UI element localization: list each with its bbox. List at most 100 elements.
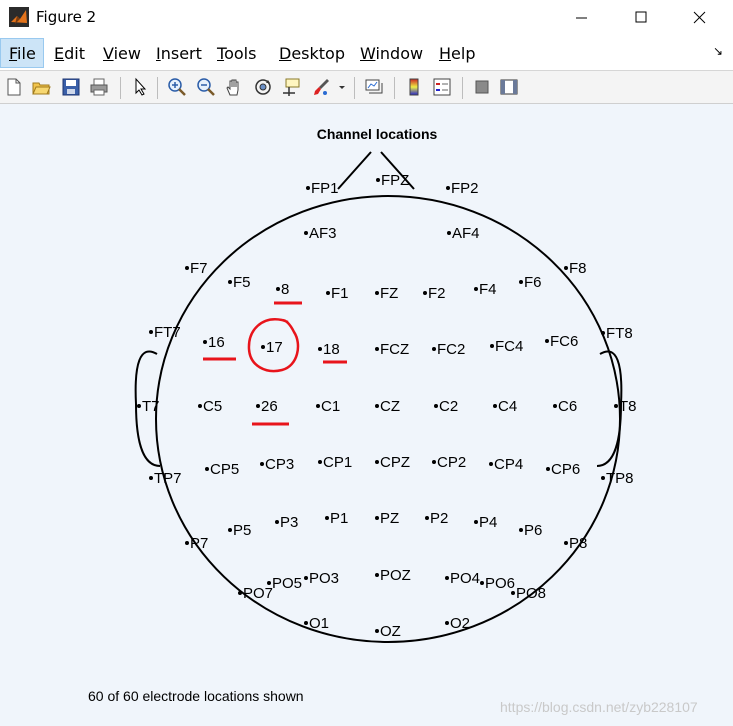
menu-file[interactable]: File [9, 44, 36, 63]
electrode-dot [564, 541, 568, 545]
electrode-label: 16 [208, 334, 225, 351]
menu-insert[interactable]: Insert [156, 44, 202, 63]
legend-icon[interactable] [432, 77, 452, 97]
electrode-dot [614, 404, 618, 408]
electrode-label: FC4 [495, 338, 523, 355]
electrode-dot [304, 231, 308, 235]
electrode-dot [445, 576, 449, 580]
colorbar-icon[interactable] [404, 77, 424, 97]
electrode-label: CP5 [210, 461, 239, 478]
electrode-dot [447, 231, 451, 235]
electrode-dot [519, 528, 523, 532]
electrode-label: PZ [380, 510, 399, 527]
toolbar-separator [354, 77, 355, 99]
electrode-dot [318, 460, 322, 464]
electrode-label: FCZ [380, 341, 409, 358]
electrode-dot [275, 520, 279, 524]
menu-edit[interactable]: Edit [54, 44, 85, 63]
electrode-dot [185, 541, 189, 545]
electrode-label: CP6 [551, 461, 580, 478]
electrode-label: F4 [479, 281, 497, 298]
electrode-dot [205, 467, 209, 471]
electrode-dot [238, 591, 242, 595]
electrode-dot [375, 629, 379, 633]
electrode-label: AF3 [309, 225, 337, 242]
electrode-dot [432, 460, 436, 464]
toolbar-separator [120, 77, 121, 99]
select-arrow-icon[interactable] [130, 77, 150, 97]
electrode-dot [306, 186, 310, 190]
menu-tools[interactable]: Tools [217, 44, 256, 63]
plot-title: Channel locations [317, 126, 438, 142]
electrode-label: P2 [430, 510, 448, 527]
toolbar-separator [462, 77, 463, 99]
electrode-label: FPZ [381, 172, 409, 189]
electrode-label: C6 [558, 398, 577, 415]
electrode-dot [511, 591, 515, 595]
electrode-label: P7 [190, 535, 208, 552]
zoom-out-icon[interactable] [196, 77, 216, 97]
electrode-label: TP8 [606, 470, 634, 487]
menu-help[interactable]: Help [439, 44, 475, 63]
save-icon[interactable] [61, 77, 81, 97]
electrode-dot [553, 404, 557, 408]
electrode-dot [375, 573, 379, 577]
electrode-label: CP3 [265, 456, 294, 473]
electrode-dot [474, 520, 478, 524]
electrode-label: FT7 [154, 324, 181, 341]
electrode-label: P3 [280, 514, 298, 531]
electrode-dot [203, 340, 207, 344]
electrode-dot [137, 404, 141, 408]
electrode-label: F2 [428, 285, 446, 302]
figure-canvas: Channel locations FP1 FPZ FP2 AF3 AF4 F7 F5 8 F1… [0, 104, 733, 726]
electrode-label: C1 [321, 398, 340, 415]
electrode-count-text: 60 of 60 electrode locations shown [88, 688, 304, 704]
electrode-dot [261, 345, 265, 349]
data-cursor-icon[interactable] [281, 77, 301, 97]
zoom-in-icon[interactable] [167, 77, 187, 97]
electrode-dot [446, 186, 450, 190]
electrode-label: PO8 [516, 585, 546, 602]
maximize-button[interactable] [618, 0, 664, 36]
electrode-dot [149, 476, 153, 480]
menu-view[interactable]: View [103, 44, 141, 63]
electrode-dot [228, 280, 232, 284]
electrode-label: FT8 [606, 325, 633, 342]
rotate-3d-icon[interactable] [253, 77, 273, 97]
brush-dropdown-icon[interactable] [337, 77, 347, 97]
open-file-icon[interactable] [31, 77, 51, 97]
print-icon[interactable] [89, 77, 109, 97]
electrode-label: POZ [380, 567, 411, 584]
undock-icon[interactable]: ↘ [713, 44, 723, 58]
electrode-dot [260, 462, 264, 466]
electrode-dot [375, 404, 379, 408]
close-button[interactable] [676, 0, 722, 36]
electrode-label: FZ [380, 285, 398, 302]
pan-hand-icon[interactable] [224, 77, 244, 97]
show-plot-tools-icon[interactable] [499, 77, 519, 97]
electrode-dot [546, 467, 550, 471]
electrode-label: F5 [233, 274, 251, 291]
electrode-label: CP1 [323, 454, 352, 471]
electrode-dot [256, 404, 260, 408]
electrode-label: F7 [190, 260, 208, 277]
electrode-dot [376, 178, 380, 182]
electrode-dot [423, 291, 427, 295]
menu-desktop[interactable]: Desktop [279, 44, 345, 63]
electrode-dot [149, 330, 153, 334]
electrode-label: CP4 [494, 456, 523, 473]
new-figure-icon[interactable] [4, 77, 24, 97]
menu-window[interactable]: Window [360, 44, 423, 63]
electrode-label: F1 [331, 285, 349, 302]
maximize-icon [635, 11, 647, 23]
link-plot-icon[interactable] [364, 77, 384, 97]
hide-plot-tools-icon[interactable] [472, 77, 492, 97]
minimize-button[interactable] [558, 0, 604, 36]
electrode-label: 8 [281, 281, 289, 298]
electrode-label: PO3 [309, 570, 339, 587]
electrode-label: O2 [450, 615, 470, 632]
electrode-dot [267, 581, 271, 585]
electrode-dot [304, 576, 308, 580]
electrode-dot [375, 291, 379, 295]
brush-icon[interactable] [311, 77, 331, 97]
